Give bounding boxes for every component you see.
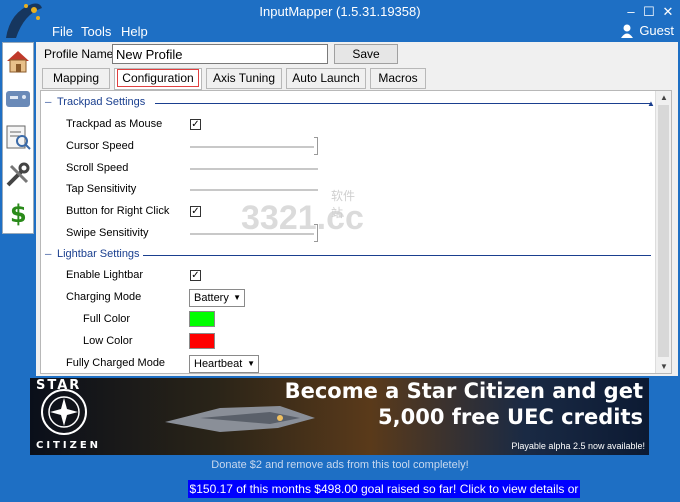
user-icon — [621, 24, 634, 38]
swipe-sensitivity-label: Swipe Sensitivity — [66, 227, 149, 239]
cursor-speed-slider[interactable] — [314, 137, 318, 155]
chevron-down-icon: ▼ — [247, 359, 255, 368]
low-color-label: Low Color — [83, 335, 133, 347]
trackpad-section-divider — [155, 103, 651, 104]
trackpad-as-mouse-label: Trackpad as Mouse — [66, 118, 163, 130]
title-bar: InputMapper (1.5.31.19358) – ☐ ✕ — [0, 0, 680, 38]
main-content: Profile Name Save Mapping Configuration … — [36, 42, 678, 376]
profile-name-input[interactable] — [112, 44, 328, 64]
right-click-checkbox[interactable]: ✓ — [190, 206, 201, 217]
donate-link[interactable]: Donate $2 and remove ads from this tool … — [0, 459, 680, 471]
chevron-down-icon: ▼ — [233, 293, 241, 302]
scroll-speed-label: Scroll Speed — [66, 162, 129, 174]
tap-sensitivity-label: Tap Sensitivity — [66, 183, 137, 195]
right-click-label: Button for Right Click — [66, 205, 170, 217]
ad-note: Playable alpha 2.5 now available! — [511, 441, 645, 451]
ad-line-2: 5,000 free UEC credits — [378, 405, 643, 429]
cursor-speed-track — [190, 146, 318, 148]
home-icon[interactable] — [4, 47, 32, 75]
tab-bar: Mapping Configuration Axis Tuning Auto L… — [42, 68, 672, 90]
fully-charged-mode-value: Heartbeat — [194, 358, 243, 370]
fully-charged-mode-label: Fully Charged Mode — [66, 357, 166, 369]
watermark: 3321.cc 软件站 — [241, 189, 364, 238]
tab-mapping[interactable]: Mapping — [42, 68, 110, 89]
tab-configuration[interactable]: Configuration — [114, 68, 202, 90]
ad-line-1: Become a Star Citizen and get — [284, 379, 643, 403]
ad-headline: Become a Star Citizen and get 5,000 free… — [285, 378, 643, 430]
tools-icon[interactable] — [4, 161, 32, 189]
tab-auto-launch[interactable]: Auto Launch — [286, 68, 366, 89]
scroll-down-icon[interactable]: ▼ — [660, 362, 668, 371]
configuration-panel: ─ Trackpad Settings ▲ Trackpad as Mouse … — [40, 90, 672, 374]
watermark-sub: 软件站 — [331, 189, 356, 220]
low-color-swatch[interactable] — [189, 333, 215, 349]
lightbar-section-divider — [143, 255, 651, 256]
scroll-up-icon[interactable]: ▲ — [660, 93, 668, 102]
collapse-lightbar-icon[interactable]: ─ — [45, 249, 51, 259]
charging-mode-label: Charging Mode — [66, 291, 142, 303]
gamepad-icon[interactable] — [4, 85, 32, 113]
profile-name-label: Profile Name — [44, 47, 114, 61]
tab-configuration-label: Configuration — [117, 69, 199, 87]
scrollbar-thumb[interactable] — [658, 105, 669, 357]
ad-brand-top: STAR — [36, 378, 82, 393]
menu-file[interactable]: File — [52, 24, 73, 39]
trackpad-as-mouse-checkbox[interactable]: ✓ — [190, 119, 201, 130]
menu-help[interactable]: Help — [121, 24, 148, 39]
tab-axis-tuning[interactable]: Axis Tuning — [206, 68, 282, 89]
profiles-icon[interactable] — [4, 123, 32, 151]
sidebar: $ — [2, 42, 34, 234]
lightbar-section-title: Lightbar Settings — [57, 248, 140, 260]
collapse-trackpad-icon[interactable]: ─ — [45, 97, 51, 107]
menu-tools[interactable]: Tools — [81, 24, 111, 39]
user-name: Guest — [639, 23, 674, 38]
ad-banner[interactable]: STAR CITIZEN Become a Star Citizen and g… — [30, 378, 649, 455]
maximize-button[interactable]: ☐ — [640, 3, 658, 21]
fully-charged-mode-select[interactable]: Heartbeat ▼ — [189, 355, 259, 373]
vertical-scrollbar[interactable]: ▲ ▼ — [655, 91, 671, 373]
scroll-speed-slider[interactable] — [190, 168, 318, 170]
menu-bar: File Tools Help Guest — [44, 22, 680, 42]
trackpad-section-title: Trackpad Settings — [57, 96, 146, 108]
charging-mode-value: Battery — [194, 292, 229, 304]
window-title: InputMapper (1.5.31.19358) — [259, 4, 421, 19]
user-account[interactable]: Guest — [621, 23, 674, 38]
close-button[interactable]: ✕ — [659, 3, 677, 21]
enable-lightbar-label: Enable Lightbar — [66, 269, 144, 281]
full-color-label: Full Color — [83, 313, 131, 325]
donate-icon[interactable]: $ — [4, 199, 32, 227]
ad-brand-bottom: CITIZEN — [36, 440, 102, 451]
tap-sensitivity-slider[interactable] — [190, 189, 318, 191]
save-button[interactable]: Save — [334, 44, 398, 64]
full-color-swatch[interactable] — [189, 311, 215, 327]
cursor-speed-label: Cursor Speed — [66, 140, 134, 152]
goal-progress-link[interactable]: $150.17 of this months $498.00 goal rais… — [188, 480, 580, 502]
trackpad-section-arrow-icon: ▲ — [647, 99, 655, 108]
minimize-button[interactable]: – — [622, 3, 640, 21]
tab-macros[interactable]: Macros — [370, 68, 426, 89]
charging-mode-select[interactable]: Battery ▼ — [189, 289, 245, 307]
svg-text:$: $ — [10, 200, 27, 227]
enable-lightbar-checkbox[interactable]: ✓ — [190, 270, 201, 281]
